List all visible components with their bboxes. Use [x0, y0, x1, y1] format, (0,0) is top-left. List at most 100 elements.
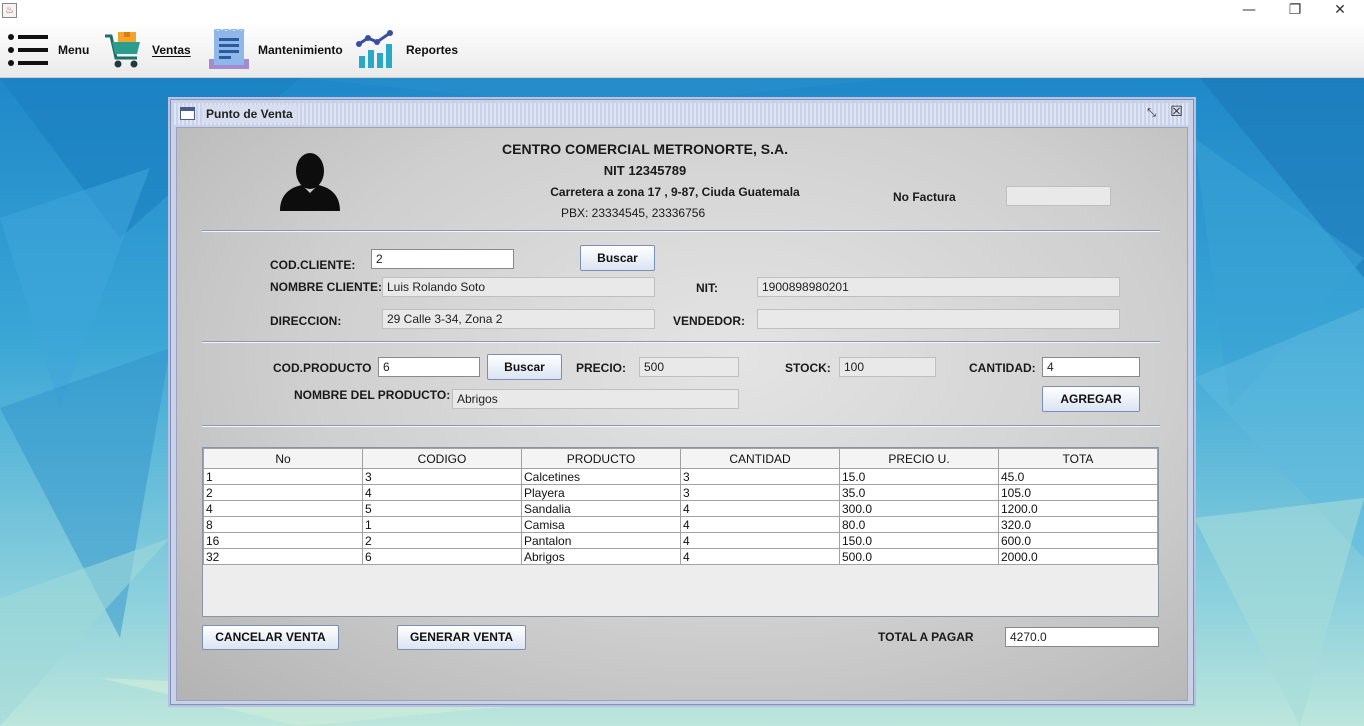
table-cell[interactable]: 5 [362, 500, 522, 517]
client-code-label: COD.CLIENTE: [270, 258, 356, 272]
iconify-button[interactable]: ⤡ [1144, 106, 1159, 121]
menu-label-ventas: Ventas [152, 43, 191, 57]
client-search-button[interactable]: Buscar [580, 245, 655, 271]
product-code-input[interactable]: 6 [378, 357, 480, 377]
sales-table-grid: No CODIGO PRODUCTO CANTIDAD PRECIO U. TO… [203, 448, 1158, 565]
table-cell[interactable]: 300.0 [839, 500, 999, 517]
table-cell[interactable]: 105.0 [998, 484, 1158, 501]
stock-label: STOCK: [785, 361, 831, 375]
shopping-cart-icon [105, 32, 140, 68]
window-titlebar: ♨ — ❐ ✕ [0, 0, 1364, 22]
table-row[interactable]: 32 6 Abrigos 4 500.0 2000.0 [203, 548, 1158, 565]
product-name-field[interactable]: Abrigos [452, 389, 739, 409]
price-field[interactable]: 500 [639, 357, 739, 377]
cancel-sale-button[interactable]: CANCELAR VENTA [202, 625, 339, 650]
menu-item-ventas[interactable]: Ventas [104, 22, 191, 78]
seller-field[interactable] [757, 309, 1120, 329]
table-cell[interactable]: 4 [680, 532, 840, 549]
stock-field[interactable]: 100 [839, 357, 936, 377]
menu-label-reportes: Reportes [406, 43, 459, 57]
table-cell[interactable]: 4 [203, 500, 363, 517]
table-row[interactable]: 8 1 Camisa 4 80.0 320.0 [203, 516, 1158, 533]
menu-item-menu[interactable]: Menu [8, 22, 89, 78]
table-cell[interactable]: 1 [362, 516, 522, 533]
window-icon [180, 107, 195, 120]
column-header[interactable]: PRECIO U. [839, 448, 999, 469]
table-cell[interactable]: 45.0 [998, 468, 1158, 485]
column-header[interactable]: CANTIDAD [680, 448, 840, 469]
table-cell[interactable]: Playera [521, 484, 681, 501]
product-search-button[interactable]: Buscar [487, 354, 562, 380]
company-name: CENTRO COMERCIAL METRONORTE, S.A. [502, 141, 788, 157]
column-header[interactable]: CODIGO [362, 448, 522, 469]
client-name-field[interactable]: Luis Rolando Soto [382, 277, 655, 297]
table-cell[interactable]: 3 [680, 468, 840, 485]
punto-de-venta-window: Punto de Venta ⤡ ☒ CENTRO COMERCIAL METR… [170, 99, 1194, 705]
table-row[interactable]: 4 5 Sandalia 4 300.0 1200.0 [203, 500, 1158, 517]
table-header-row: No CODIGO PRODUCTO CANTIDAD PRECIO U. TO… [203, 448, 1158, 469]
table-cell[interactable]: 4 [362, 484, 522, 501]
table-cell[interactable]: 150.0 [839, 532, 999, 549]
close-button[interactable]: ✕ [1317, 0, 1363, 22]
price-label: PRECIO: [576, 361, 627, 375]
menu-item-reportes[interactable]: Reportes [356, 22, 458, 78]
table-row[interactable]: 2 4 Playera 3 35.0 105.0 [203, 484, 1158, 501]
company-nit: NIT 12345789 [603, 163, 687, 178]
table-cell[interactable]: 15.0 [839, 468, 999, 485]
client-nit-field[interactable]: 1900898980201 [757, 277, 1120, 297]
table-cell[interactable]: 35.0 [839, 484, 999, 501]
table-cell[interactable]: 3 [680, 484, 840, 501]
table-cell[interactable]: 4 [680, 500, 840, 517]
company-phones: PBX: 23334545, 23336756 [561, 206, 706, 220]
client-nit-label: NIT: [696, 281, 718, 295]
invoice-number-field[interactable] [1006, 186, 1111, 206]
menu-item-mantenimiento[interactable]: Mantenimiento [208, 22, 343, 78]
table-cell[interactable]: 3 [362, 468, 522, 485]
table-cell[interactable]: 600.0 [998, 532, 1158, 549]
table-cell[interactable]: 1 [203, 468, 363, 485]
generate-sale-button[interactable]: GENERAR VENTA [397, 625, 526, 650]
hamburger-icon [8, 34, 48, 66]
client-address-field[interactable]: 29 Calle 3-34, Zona 2 [382, 309, 655, 329]
company-address: Carretera a zona 17 , 9-87, Ciuda Guatem… [550, 185, 800, 199]
sales-form: CENTRO COMERCIAL METRONORTE, S.A. NIT 12… [176, 127, 1188, 701]
minimize-button[interactable]: — [1226, 0, 1272, 22]
document-list-icon [209, 29, 249, 69]
column-header[interactable]: PRODUCTO [521, 448, 681, 469]
table-cell[interactable]: 32 [203, 548, 363, 565]
product-code-label: COD.PRODUCTO [273, 361, 372, 375]
table-cell[interactable]: 2 [362, 532, 522, 549]
table-cell[interactable]: 2 [203, 484, 363, 501]
client-code-input[interactable]: 2 [371, 249, 514, 269]
table-cell[interactable]: 500.0 [839, 548, 999, 565]
table-cell[interactable]: 1200.0 [998, 500, 1158, 517]
table-cell[interactable]: Calcetines [521, 468, 681, 485]
table-cell[interactable]: Sandalia [521, 500, 681, 517]
frame-close-button[interactable]: ☒ [1169, 105, 1184, 121]
add-product-button[interactable]: AGREGAR [1042, 386, 1140, 412]
table-row[interactable]: 16 2 Pantalon 4 150.0 600.0 [203, 532, 1158, 549]
table-cell[interactable]: Abrigos [521, 548, 681, 565]
table-cell[interactable]: 320.0 [998, 516, 1158, 533]
frame-titlebar[interactable]: Punto de Venta ⤡ ☒ [174, 103, 1190, 125]
maximize-button[interactable]: ❐ [1272, 0, 1318, 22]
table-cell[interactable]: 4 [680, 516, 840, 533]
total-field[interactable]: 4270.0 [1005, 627, 1159, 647]
table-cell[interactable]: 8 [203, 516, 363, 533]
user-avatar-icon [280, 153, 340, 211]
column-header[interactable]: No [203, 448, 363, 469]
table-cell[interactable]: 16 [203, 532, 363, 549]
table-cell[interactable]: Pantalon [521, 532, 681, 549]
table-cell[interactable]: Camisa [521, 516, 681, 533]
table-cell[interactable]: 80.0 [839, 516, 999, 533]
separator-3 [202, 425, 1160, 427]
client-name-label: NOMBRE CLIENTE: [270, 280, 382, 294]
sales-table[interactable]: No CODIGO PRODUCTO CANTIDAD PRECIO U. TO… [202, 447, 1159, 617]
column-header[interactable]: TOTA [998, 448, 1158, 469]
quantity-input[interactable]: 4 [1042, 357, 1140, 377]
table-cell[interactable]: 6 [362, 548, 522, 565]
table-cell[interactable]: 4 [680, 548, 840, 565]
table-row[interactable]: 1 3 Calcetines 3 15.0 45.0 [203, 468, 1158, 485]
table-cell[interactable]: 2000.0 [998, 548, 1158, 565]
main-menubar: Menu Ventas Mantenimiento Reportes [0, 22, 1364, 78]
